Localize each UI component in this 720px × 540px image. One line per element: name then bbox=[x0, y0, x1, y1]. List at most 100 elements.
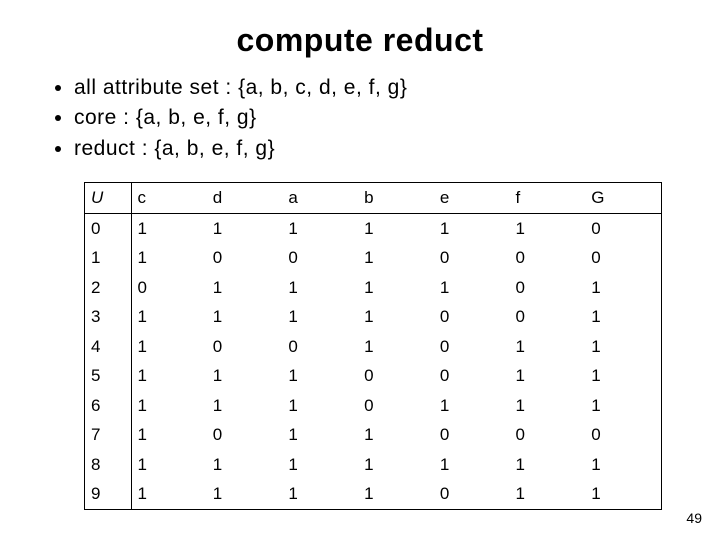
cell: 1 bbox=[282, 361, 358, 391]
col-header: G bbox=[585, 183, 661, 213]
cell: 0 bbox=[510, 273, 586, 303]
cell: 1 bbox=[434, 273, 510, 303]
cell: 0 bbox=[510, 302, 586, 332]
cell: 1 bbox=[585, 273, 661, 303]
cell: 0 bbox=[207, 243, 283, 273]
cell: 1 bbox=[207, 273, 283, 303]
cell: 1 bbox=[207, 302, 283, 332]
table-row: 2 0 1 1 1 1 0 1 bbox=[85, 273, 661, 303]
cell: 1 bbox=[207, 450, 283, 480]
cell: 1 bbox=[131, 391, 207, 421]
table-header-row: U c d a b e f G bbox=[85, 183, 661, 213]
cell: 0 bbox=[510, 243, 586, 273]
cell: 1 bbox=[510, 361, 586, 391]
cell: 0 bbox=[434, 332, 510, 362]
cell: 1 bbox=[434, 213, 510, 243]
cell: 0 bbox=[510, 420, 586, 450]
cell: 1 bbox=[358, 479, 434, 509]
cell: 0 bbox=[434, 361, 510, 391]
cell: 1 bbox=[131, 332, 207, 362]
col-header: b bbox=[358, 183, 434, 213]
cell: 1 bbox=[585, 391, 661, 421]
cell: 0 bbox=[85, 213, 131, 243]
cell: 5 bbox=[85, 361, 131, 391]
cell: 0 bbox=[358, 391, 434, 421]
bullet-item: reduct : {a, b, e, f, g} bbox=[74, 134, 670, 164]
cell: 1 bbox=[131, 479, 207, 509]
table-row: 8 1 1 1 1 1 1 1 bbox=[85, 450, 661, 480]
cell: 1 bbox=[358, 420, 434, 450]
cell: 1 bbox=[131, 213, 207, 243]
cell: 1 bbox=[131, 361, 207, 391]
col-header: c bbox=[131, 183, 207, 213]
table-box: U c d a b e f G 0 1 1 1 1 1 bbox=[84, 182, 662, 510]
cell: 1 bbox=[282, 302, 358, 332]
cell: 0 bbox=[434, 479, 510, 509]
table-body: 0 1 1 1 1 1 1 0 1 1 0 0 1 0 0 0 bbox=[85, 213, 661, 509]
table-row: 4 1 0 0 1 0 1 1 bbox=[85, 332, 661, 362]
cell: 0 bbox=[282, 243, 358, 273]
cell: 1 bbox=[585, 332, 661, 362]
cell: 1 bbox=[358, 243, 434, 273]
cell: 1 bbox=[85, 243, 131, 273]
table-row: 5 1 1 1 0 0 1 1 bbox=[85, 361, 661, 391]
table-row: 6 1 1 1 0 1 1 1 bbox=[85, 391, 661, 421]
cell: 1 bbox=[585, 361, 661, 391]
cell: 1 bbox=[434, 391, 510, 421]
cell: 0 bbox=[207, 332, 283, 362]
cell: 1 bbox=[282, 420, 358, 450]
table-row: 3 1 1 1 1 0 0 1 bbox=[85, 302, 661, 332]
cell: 1 bbox=[131, 243, 207, 273]
cell: 0 bbox=[434, 302, 510, 332]
table-container: U c d a b e f G 0 1 1 1 1 1 bbox=[84, 182, 662, 510]
cell: 4 bbox=[85, 332, 131, 362]
cell: 1 bbox=[510, 332, 586, 362]
cell: 1 bbox=[585, 479, 661, 509]
cell: 1 bbox=[207, 213, 283, 243]
cell: 1 bbox=[282, 450, 358, 480]
cell: 1 bbox=[510, 479, 586, 509]
cell: 1 bbox=[434, 450, 510, 480]
cell: 9 bbox=[85, 479, 131, 509]
col-header: f bbox=[510, 183, 586, 213]
table-row: 0 1 1 1 1 1 1 0 bbox=[85, 213, 661, 243]
bullet-list: all attribute set : {a, b, c, d, e, f, g… bbox=[50, 73, 670, 164]
table-row: 1 1 0 0 1 0 0 0 bbox=[85, 243, 661, 273]
slide-title: compute reduct bbox=[50, 22, 670, 59]
col-header: e bbox=[434, 183, 510, 213]
cell: 0 bbox=[207, 420, 283, 450]
bullet-item: all attribute set : {a, b, c, d, e, f, g… bbox=[74, 73, 670, 103]
cell: 1 bbox=[358, 273, 434, 303]
cell: 1 bbox=[585, 450, 661, 480]
table-row: 9 1 1 1 1 0 1 1 bbox=[85, 479, 661, 509]
col-header: d bbox=[207, 183, 283, 213]
cell: 1 bbox=[510, 391, 586, 421]
cell: 1 bbox=[282, 213, 358, 243]
cell: 0 bbox=[585, 243, 661, 273]
cell: 3 bbox=[85, 302, 131, 332]
cell: 1 bbox=[131, 302, 207, 332]
cell: 6 bbox=[85, 391, 131, 421]
cell: 1 bbox=[358, 213, 434, 243]
slide: compute reduct all attribute set : {a, b… bbox=[0, 0, 720, 540]
cell: 1 bbox=[510, 213, 586, 243]
cell: 1 bbox=[510, 450, 586, 480]
cell: 0 bbox=[585, 213, 661, 243]
cell: 1 bbox=[207, 391, 283, 421]
cell: 2 bbox=[85, 273, 131, 303]
cell: 1 bbox=[207, 479, 283, 509]
data-table: U c d a b e f G 0 1 1 1 1 1 bbox=[85, 183, 661, 509]
col-header-u: U bbox=[85, 183, 131, 213]
cell: 1 bbox=[131, 420, 207, 450]
cell: 7 bbox=[85, 420, 131, 450]
cell: 1 bbox=[282, 391, 358, 421]
cell: 1 bbox=[282, 273, 358, 303]
cell: 1 bbox=[358, 450, 434, 480]
cell: 0 bbox=[131, 273, 207, 303]
cell: 0 bbox=[585, 420, 661, 450]
cell: 1 bbox=[358, 332, 434, 362]
table-row: 7 1 0 1 1 0 0 0 bbox=[85, 420, 661, 450]
cell: 1 bbox=[585, 302, 661, 332]
cell: 0 bbox=[282, 332, 358, 362]
cell: 0 bbox=[358, 361, 434, 391]
